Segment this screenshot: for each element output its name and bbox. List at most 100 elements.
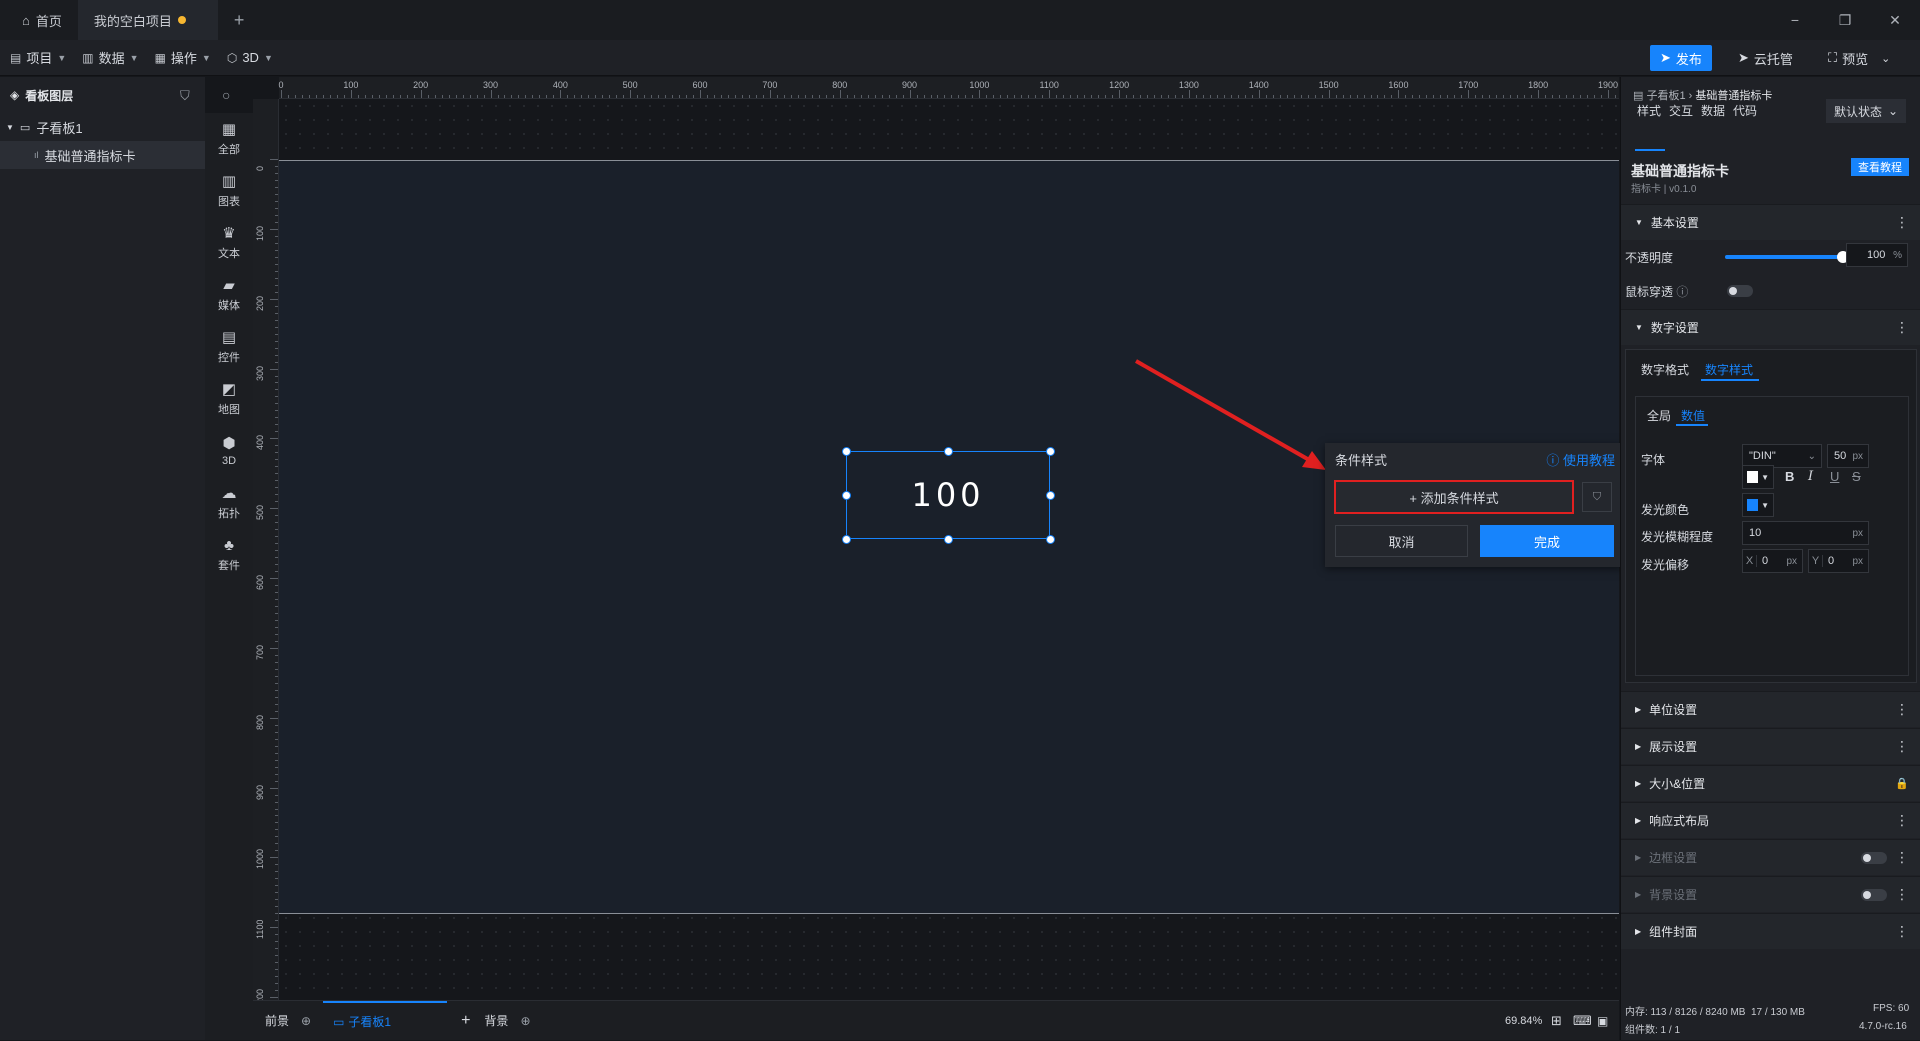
more-icon[interactable]: ⋮ [1895, 886, 1909, 903]
tree-board[interactable]: ▼ ▭ 子看板1 [0, 113, 205, 141]
property-tab-2[interactable]: 数据 [1701, 102, 1725, 119]
resize-handle[interactable] [842, 491, 851, 500]
foreground-tab[interactable]: 前景 [265, 1012, 289, 1029]
tab-number-format[interactable]: 数字格式 [1641, 361, 1689, 378]
rail-item-3[interactable]: ▰ 媒体 [205, 269, 253, 321]
cancel-button[interactable]: 取消 [1335, 525, 1468, 557]
more-icon[interactable]: ⋮ [1895, 812, 1909, 829]
resize-handle[interactable] [1046, 491, 1055, 500]
board-tab[interactable]: ▭ 子看板1 [323, 1000, 448, 1041]
cloud-hosting-button[interactable]: ➤ 云托管 [1728, 45, 1803, 71]
section-5[interactable]: ▶ 背景设置 ⋮ [1621, 876, 1920, 912]
section-number[interactable]: ▼ 数字设置 ⋮ [1621, 309, 1920, 345]
ruler-tick [1398, 90, 1400, 98]
more-icon[interactable]: ⋮ [1895, 923, 1909, 940]
background-tab[interactable]: 背景 [484, 1012, 508, 1029]
rail-item-2[interactable]: ♛ 文本 [205, 217, 253, 269]
glow-offset-x-input[interactable]: X 0 px [1742, 549, 1803, 573]
resize-handle[interactable] [842, 535, 851, 544]
bold-icon[interactable]: B [1785, 469, 1794, 484]
add-foreground-icon[interactable]: ⊕ [301, 1014, 311, 1028]
filter-icon[interactable]: ⛉ [180, 88, 190, 104]
underline-icon[interactable]: U [1830, 469, 1839, 484]
indicator-card-widget[interactable]: 100 [846, 451, 1050, 539]
ruler-tick [270, 927, 278, 929]
new-tab-button[interactable]: + [218, 0, 261, 40]
property-tab-3[interactable]: 代码 [1733, 102, 1757, 119]
more-icon[interactable]: ⋮ [1895, 849, 1909, 866]
menu-data[interactable]: ▥ 数据 ▼ [82, 48, 138, 67]
opacity-input[interactable]: 100% [1846, 243, 1908, 267]
section-6[interactable]: ▶ 组件封面 ⋮ [1621, 913, 1920, 949]
tree-item[interactable]: ıl 基础普通指标卡 [0, 141, 205, 169]
section-3[interactable]: ▶ 响应式布局 ⋮ [1621, 802, 1920, 838]
minimize-button[interactable]: − [1770, 0, 1820, 40]
menu-operate[interactable]: ▦ 操作 ▼ [155, 48, 211, 67]
tab-value[interactable]: 数值 [1681, 407, 1705, 424]
more-icon[interactable]: ⋮ [1895, 701, 1909, 718]
menu-3d[interactable]: ⬡ 3D ▼ [227, 50, 273, 65]
close-button[interactable]: ✕ [1870, 0, 1920, 40]
more-icon[interactable]: ⋮ [1895, 319, 1909, 336]
section-0[interactable]: ▶ 单位设置 ⋮ [1621, 691, 1920, 727]
rail-item-8[interactable]: ♣ 套件 [205, 529, 253, 581]
tab-project[interactable]: 我的空白项目 [77, 0, 218, 40]
rail-item-0[interactable]: ▦ 全部 [205, 113, 253, 165]
section-2[interactable]: ▶ 大小&位置 🔒 [1621, 765, 1920, 801]
property-tab-0[interactable]: 样式 [1637, 102, 1661, 119]
rail-item-5[interactable]: ◩ 地图 [205, 373, 253, 425]
add-board-icon[interactable]: + [461, 1012, 470, 1030]
zoom-level[interactable]: 69.84% [1505, 1015, 1542, 1027]
search-icon[interactable]: ○ [222, 87, 230, 103]
resize-handle[interactable] [944, 447, 953, 456]
rail-item-7[interactable]: ☁ 拓扑 [205, 477, 253, 529]
more-icon[interactable]: ⋮ [1895, 214, 1909, 231]
section-basic[interactable]: ▼ 基本设置 ⋮ [1621, 204, 1920, 240]
menu-project[interactable]: ▤ 项目 ▼ [10, 48, 66, 67]
tab-home[interactable]: ⌂ 首页 [0, 0, 78, 40]
more-icon[interactable]: ⋮ [1895, 738, 1909, 755]
tutorial-button[interactable]: 查看教程 [1851, 158, 1909, 176]
filter-condition-icon[interactable]: ⛉ [1582, 482, 1612, 512]
section-1[interactable]: ▶ 展示设置 ⋮ [1621, 728, 1920, 764]
done-button[interactable]: 完成 [1480, 525, 1614, 557]
strikethrough-icon[interactable]: S [1852, 469, 1861, 484]
resize-handle[interactable] [944, 535, 953, 544]
property-tab-1[interactable]: 交互 [1669, 102, 1693, 119]
fit-screen-icon[interactable]: ⊞ [1551, 1013, 1562, 1029]
terminal-icon[interactable]: ▣ [1597, 1014, 1608, 1028]
lock-icon[interactable]: 🔒 [1895, 777, 1909, 790]
breadcrumb-parent[interactable]: 子看板1 [1646, 90, 1685, 102]
rail-item-4[interactable]: ▤ 控件 [205, 321, 253, 373]
section-4[interactable]: ▶ 边框设置 ⋮ [1621, 839, 1920, 875]
rail-item-1[interactable]: ▥ 图表 [205, 165, 253, 217]
opacity-slider[interactable] [1725, 251, 1849, 263]
resize-handle[interactable] [1046, 447, 1055, 456]
font-color-picker[interactable]: ▼ [1742, 465, 1774, 489]
add-background-icon[interactable]: ⊕ [520, 1014, 530, 1028]
keyboard-icon[interactable]: ⌨ [1573, 1013, 1592, 1029]
tab-global[interactable]: 全局 [1647, 407, 1671, 424]
mouse-passthrough-toggle[interactable] [1727, 285, 1753, 297]
state-select[interactable]: 默认状态 ⌄ [1826, 99, 1906, 123]
glow-color-picker[interactable]: ▼ [1742, 493, 1774, 517]
glow-offset-y-input[interactable]: Y 0 px [1808, 549, 1869, 573]
section-toggle[interactable] [1861, 852, 1887, 864]
horizontal-ruler[interactable]: 0 100 200 300 400 500 600 700 800 900 1000 1100 1200… [278, 77, 1619, 99]
glow-blur-input[interactable]: 10 px [1742, 521, 1869, 545]
resize-handle[interactable] [1046, 535, 1055, 544]
restore-button[interactable]: ❐ [1820, 0, 1870, 40]
vertical-ruler[interactable]: 0 100 200 300 400 500 600 700 800 900 1000 1100 1200 [253, 99, 279, 1000]
preview-button[interactable]: ⛶ 预览 ⌄ [1818, 45, 1900, 71]
ruler-minor-tick [937, 95, 939, 98]
tab-number-style[interactable]: 数字样式 [1705, 361, 1753, 378]
publish-button[interactable]: ➤ 发布 [1650, 45, 1712, 71]
rail-item-6[interactable]: ⬢ 3D [205, 425, 253, 477]
italic-icon[interactable]: I [1808, 469, 1813, 484]
resize-handle[interactable] [842, 447, 851, 456]
section-toggle[interactable] [1861, 889, 1887, 901]
add-condition-style-button[interactable]: + 添加条件样式 [1334, 480, 1574, 514]
ruler-minor-tick [1244, 95, 1246, 98]
font-size-input[interactable]: 50 px [1827, 444, 1869, 468]
tutorial-link[interactable]: ⓘ 使用教程 [1546, 450, 1615, 469]
